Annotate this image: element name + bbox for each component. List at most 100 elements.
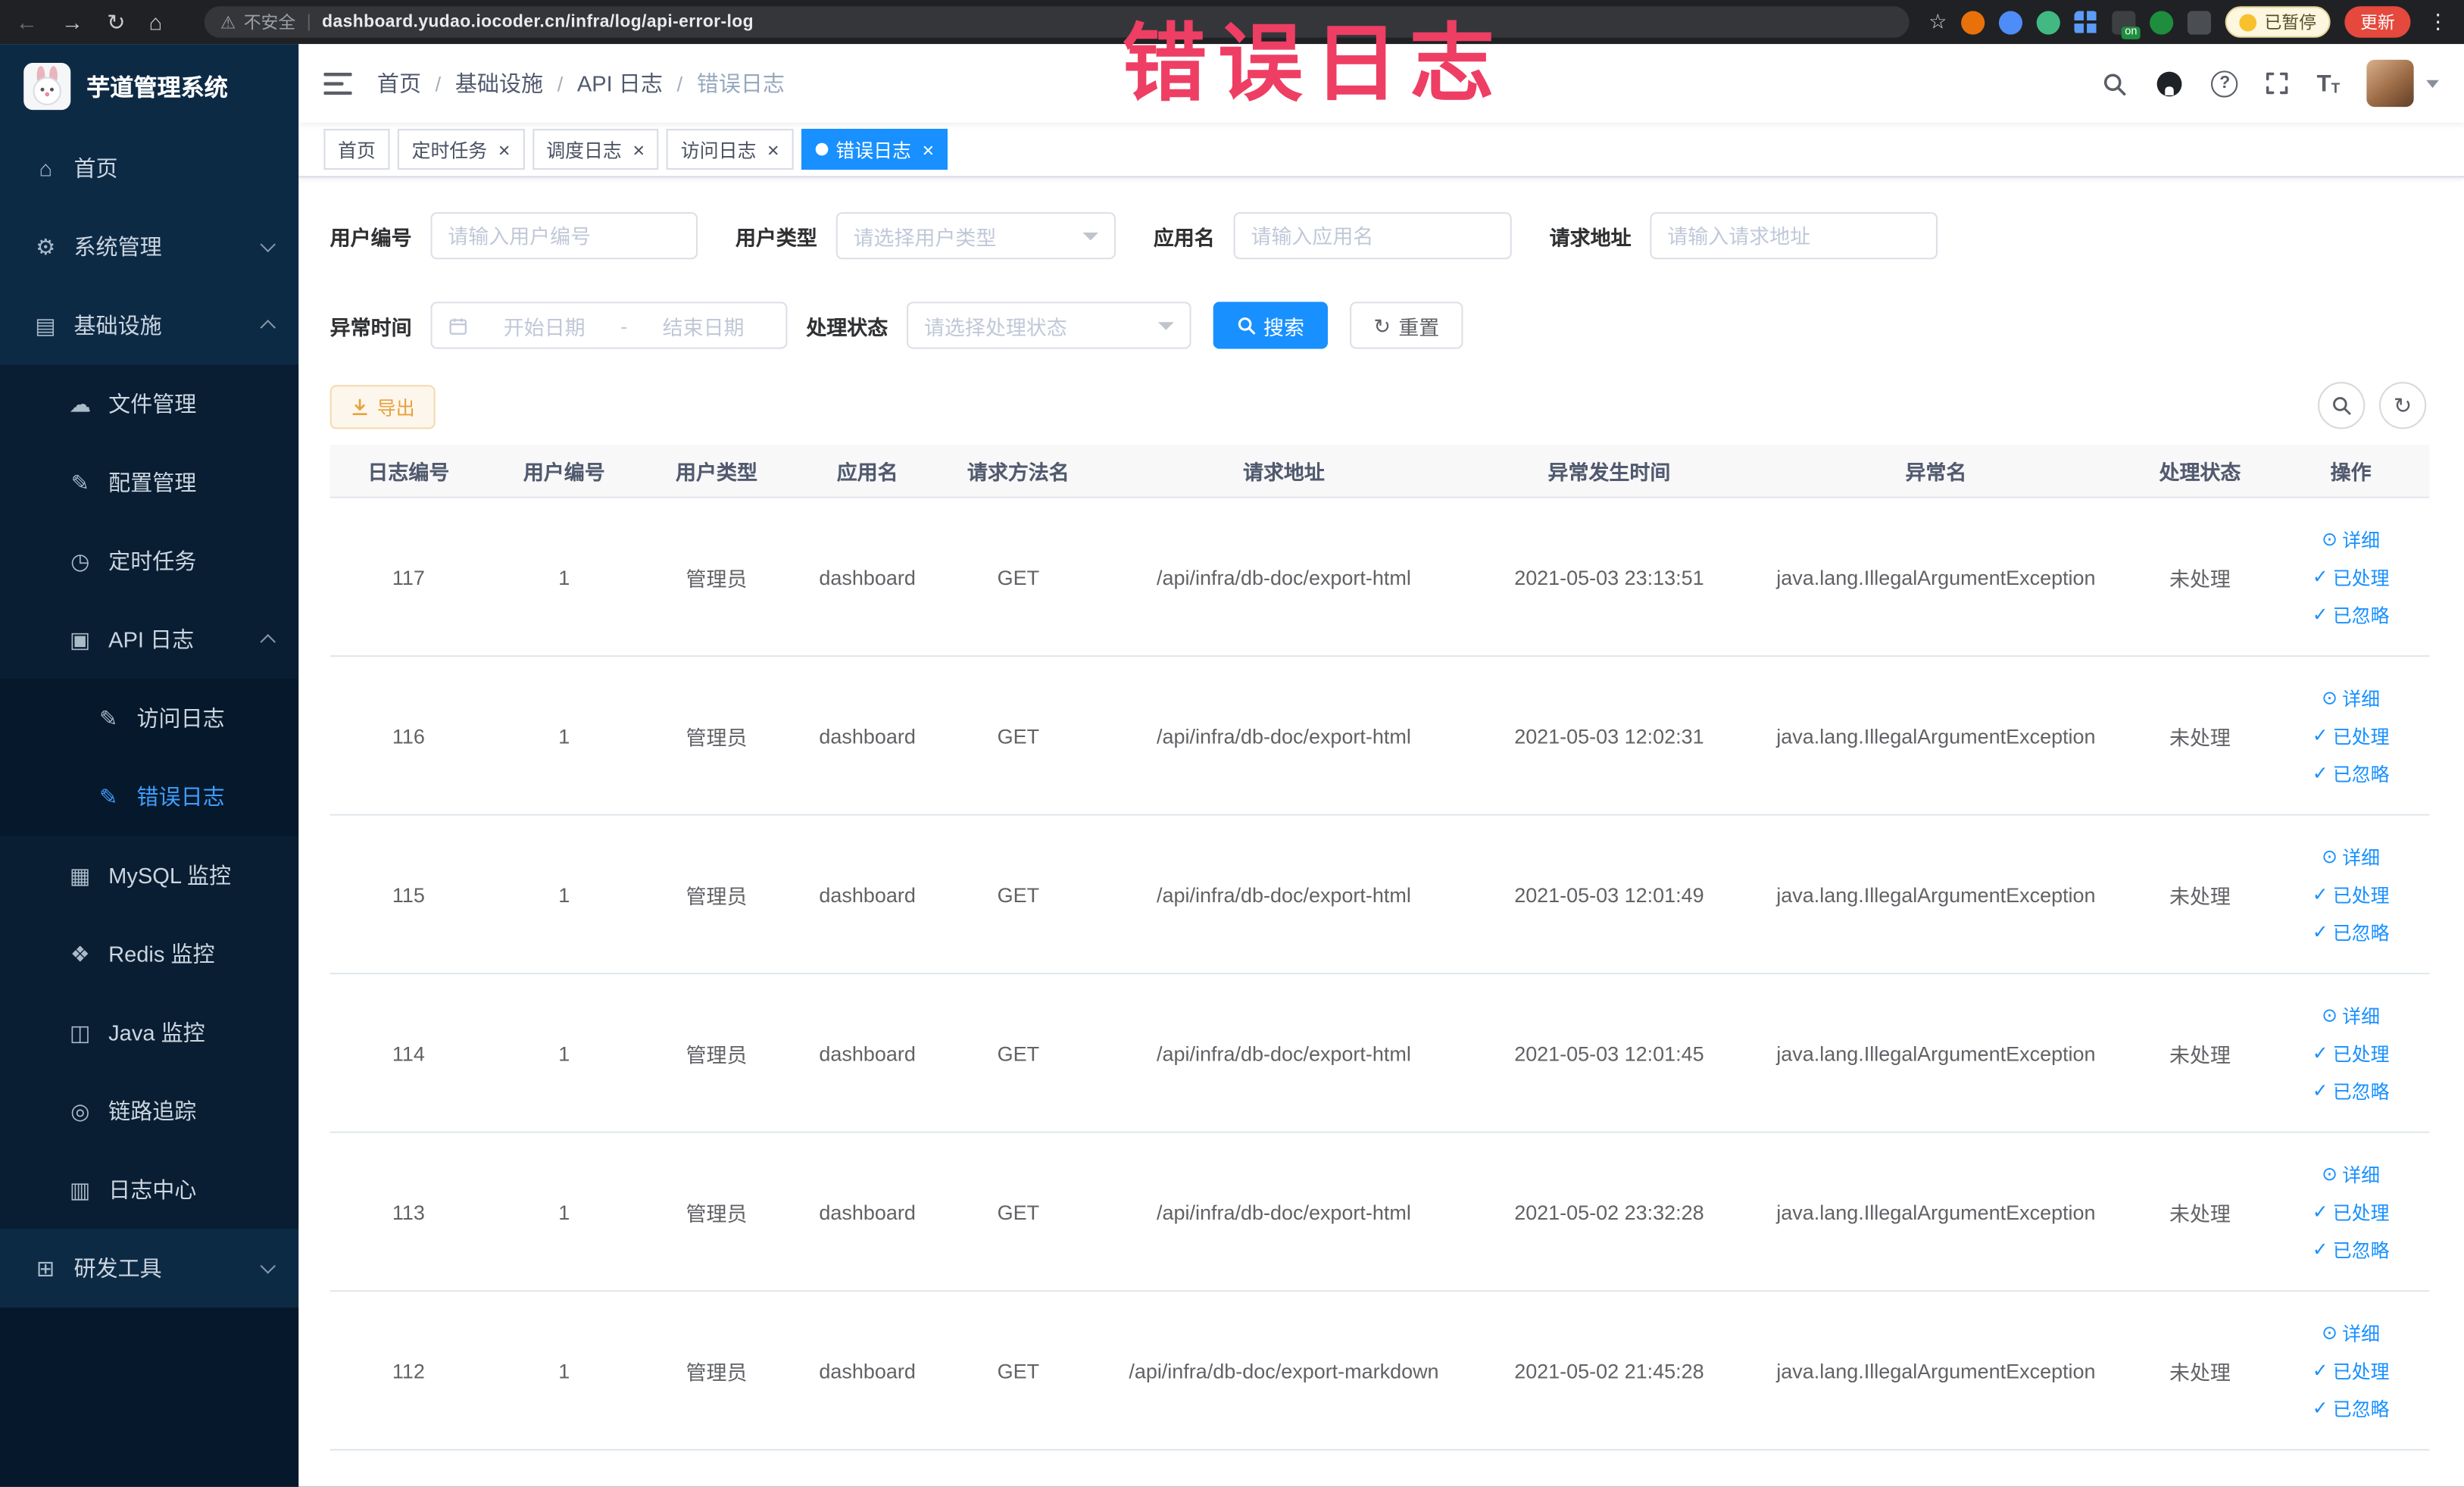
browser-forward-icon[interactable]: →: [61, 11, 83, 33]
sidebar-item-access-log[interactable]: ✎ 访问日志: [0, 679, 299, 758]
sidebar-item-java-monitor[interactable]: ◫ Java 监控: [0, 993, 299, 1072]
tab-close-icon[interactable]: ×: [767, 139, 779, 160]
column-header: 请求地址: [1242, 460, 1325, 484]
action-processed[interactable]: ✓ 已处理: [2313, 881, 2390, 908]
extension-1-icon[interactable]: [1961, 10, 1985, 34]
sidebar-item-dev-tools[interactable]: ⊞ 研发工具: [0, 1229, 298, 1307]
github-icon[interactable]: [2155, 68, 2184, 98]
action-ignored[interactable]: ✓ 已忽略: [2313, 760, 2390, 786]
table-row: 117 1 管理员 dashboard GET/api/infra/db-doc/exp…: [329, 498, 2430, 658]
sidebar-item-system-manage[interactable]: ⚙ 系统管理: [0, 208, 298, 286]
extension-pin-icon[interactable]: [2187, 10, 2211, 34]
action-processed[interactable]: ✓ 已处理: [2313, 564, 2390, 590]
action-processed[interactable]: ✓ 已处理: [2313, 1198, 2390, 1225]
action-ignored[interactable]: ✓ 已忽略: [2313, 601, 2390, 628]
sidebar-item-api-log[interactable]: ▣ API 日志: [0, 600, 299, 679]
update-button[interactable]: 更新: [2344, 6, 2411, 38]
tab-3[interactable]: 访问日志 ×: [667, 129, 794, 170]
action-ignored[interactable]: ✓ 已忽略: [2313, 1395, 2390, 1421]
sidebar-item-mysql-monitor[interactable]: ▦ MySQL 监控: [0, 836, 299, 915]
action-detail[interactable]: ⊙ 详细: [2322, 684, 2380, 711]
browser-reload-icon[interactable]: ↻: [107, 11, 125, 33]
action-detail[interactable]: ⊙ 详细: [2322, 526, 2380, 552]
error-log-icon: ✎: [98, 783, 118, 809]
filter-row-1: 用户编号 用户类型 请选择用户类型 应用名 请求地址: [330, 212, 1975, 260]
process-status-select[interactable]: 请选择处理状态: [907, 301, 1191, 349]
sidebar-item-file-manage[interactable]: ☁ 文件管理: [0, 364, 299, 444]
tab-4[interactable]: 错误日志 ×: [801, 129, 948, 170]
breadcrumb-infrastructure[interactable]: 基础设施: [455, 67, 543, 98]
action-ignored[interactable]: ✓ 已忽略: [2313, 919, 2390, 945]
process-status-label: 处理状态: [806, 314, 888, 339]
logo-rabbit-icon: [23, 62, 71, 111]
table-cell: GET: [997, 1199, 1040, 1224]
extension-2-icon[interactable]: [1998, 10, 2023, 34]
sidebar-item-home[interactable]: ⌂ 首页: [0, 129, 298, 208]
action-label: 已忽略: [2332, 1398, 2390, 1420]
sidebar-item-redis-monitor[interactable]: ❖ Redis 监控: [0, 914, 299, 994]
help-icon[interactable]: ?: [2211, 70, 2238, 97]
action-processed[interactable]: ✓ 已处理: [2313, 1039, 2390, 1066]
sidebar-item-scheduled-task[interactable]: ◷ 定时任务: [0, 521, 299, 601]
address-bar[interactable]: ⚠ 不安全 | dashboard.yudao.iocoder.cn/infra…: [205, 6, 1910, 38]
tab-close-icon[interactable]: ×: [632, 139, 645, 160]
sidebar-collapse-icon[interactable]: [323, 71, 352, 95]
sidebar-item-error-log[interactable]: ✎ 错误日志: [0, 757, 299, 836]
search-icon[interactable]: [2101, 70, 2128, 96]
browser-home-icon[interactable]: ⌂: [149, 11, 163, 33]
action-detail[interactable]: ⊙ 详细: [2322, 1002, 2380, 1029]
user-type-select[interactable]: 请选择用户类型: [835, 212, 1116, 260]
avatar[interactable]: [2366, 59, 2414, 108]
row-actions: ⊙ 详细 ✓ 已处理 ✓ 已忽略: [2272, 1002, 2429, 1104]
action-processed[interactable]: ✓ 已处理: [2313, 1357, 2390, 1383]
tab-2[interactable]: 调度日志 ×: [532, 129, 659, 170]
download-icon: [351, 398, 370, 417]
detail-eye-icon: ⊙: [2322, 845, 2338, 868]
action-detail[interactable]: ⊙ 详细: [2322, 1320, 2380, 1346]
exception-time-label: 异常时间: [329, 314, 412, 339]
tab-close-icon[interactable]: ×: [498, 139, 511, 160]
action-ignored[interactable]: ✓ 已忽略: [2313, 1236, 2390, 1263]
extension-4-icon[interactable]: on: [2112, 10, 2141, 39]
chevron-down-icon: [260, 1258, 276, 1274]
action-processed[interactable]: ✓ 已处理: [2313, 722, 2390, 748]
search-button[interactable]: 搜索: [1213, 301, 1329, 349]
breadcrumb-home[interactable]: 首页: [377, 67, 421, 98]
avatar-caret-icon[interactable]: [2426, 79, 2439, 88]
paused-button[interactable]: 已暂停: [2225, 6, 2331, 38]
navbar-right: ? TT: [2101, 59, 2439, 108]
sidebar-item-log-center[interactable]: ▥ 日志中心: [0, 1150, 299, 1229]
font-size-icon[interactable]: TT: [2317, 71, 2340, 95]
reset-button[interactable]: ↻ 重置: [1350, 301, 1463, 349]
bookmark-star-icon[interactable]: ☆: [1928, 9, 1947, 34]
user-id-input[interactable]: [430, 212, 698, 260]
tab-0[interactable]: 首页: [323, 129, 390, 170]
export-button[interactable]: 导出: [329, 385, 436, 430]
search-toggle-button[interactable]: [2318, 382, 2366, 430]
browser-menu-icon[interactable]: ⋮: [2428, 9, 2448, 34]
config-manage-icon: ✎: [70, 469, 89, 495]
action-ignored[interactable]: ✓ 已忽略: [2313, 1077, 2390, 1104]
browser-back-icon[interactable]: ←: [16, 11, 38, 33]
tab-1[interactable]: 定时任务 ×: [397, 129, 525, 170]
sidebar-item-config-manage[interactable]: ✎ 配置管理: [0, 443, 299, 522]
request-url-input[interactable]: [1650, 212, 1938, 260]
tags-view-bar: 首页 定时任务 × 调度日志 × 访问日志 × 错误日志 ×: [298, 122, 2464, 178]
action-detail[interactable]: ⊙ 详细: [2322, 1161, 2380, 1187]
extension-3-icon[interactable]: [2074, 10, 2098, 34]
breadcrumb-api-log[interactable]: API 日志: [577, 67, 663, 98]
refresh-button[interactable]: ↻: [2378, 382, 2427, 430]
table-cell: 未处理: [2169, 1360, 2231, 1384]
action-label: 已忽略: [2332, 1239, 2390, 1261]
sidebar-item-infrastructure[interactable]: ▤ 基础设施: [0, 286, 298, 365]
action-detail[interactable]: ⊙ 详细: [2322, 843, 2380, 870]
sidebar-item-trace[interactable]: ◎ 链路追踪: [0, 1071, 299, 1151]
logo[interactable]: 芋道管理系统: [0, 44, 298, 129]
tab-close-icon[interactable]: ×: [923, 139, 935, 160]
app-name-input[interactable]: [1233, 212, 1512, 260]
vue-devtools-icon[interactable]: [2036, 10, 2060, 34]
exception-time-range[interactable]: 开始日期 - 结束日期: [430, 301, 788, 349]
fullscreen-icon[interactable]: [2265, 70, 2290, 95]
calendar-icon: [448, 315, 468, 336]
extension-5-icon[interactable]: [2150, 10, 2174, 34]
